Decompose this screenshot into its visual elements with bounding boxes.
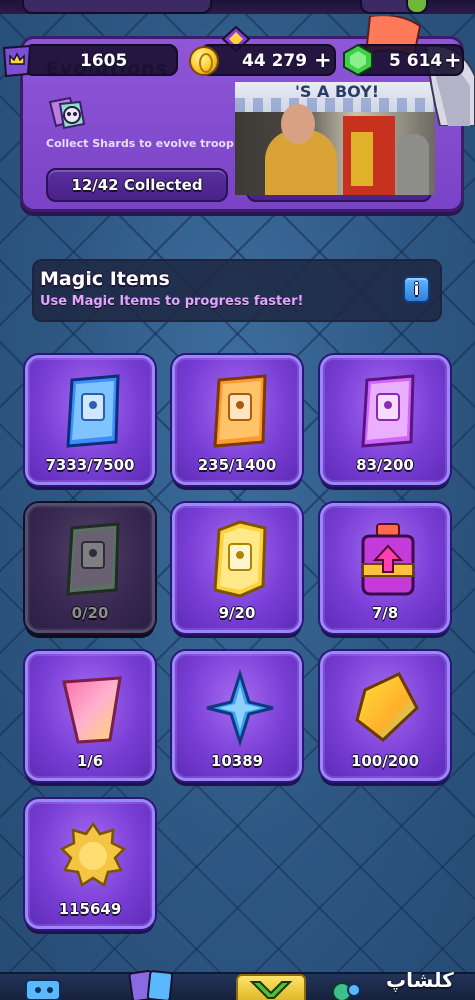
watermark-logo: کلشاپ xyxy=(386,968,454,992)
rare-wild-card-icon xyxy=(213,374,267,448)
gold-star-badge-icon xyxy=(59,821,127,887)
evolution-shard-icon-large xyxy=(62,676,122,744)
info-icon: i xyxy=(413,280,420,300)
magic-item-tile-elixir-bottle[interactable]: 7/8 xyxy=(320,503,450,633)
gem-crystal-icon xyxy=(355,672,419,742)
gem-plus-button[interactable]: + xyxy=(444,48,462,72)
nav-cards-icon[interactable] xyxy=(125,968,185,1000)
nav-clan-icon[interactable] xyxy=(322,978,372,1000)
evolution-shard-icon xyxy=(48,96,86,130)
common-wild-card-icon xyxy=(66,374,120,448)
magic-items-title: Magic Items xyxy=(40,268,170,290)
overlay-yellow-panel xyxy=(351,132,373,186)
magic-items-subtitle: Use Magic Items to progress faster! xyxy=(40,294,304,309)
legendary-wild-card-count: 0/20 xyxy=(71,604,109,622)
elixir-bottle-count: 7/8 xyxy=(371,604,399,622)
magic-item-tile-gold-star-badge[interactable]: 115649 xyxy=(25,799,155,929)
magic-item-tile-rare-wild-card[interactable]: 235/1400 xyxy=(172,355,302,485)
gold-coin-icon xyxy=(189,46,219,76)
legendary-wild-card-icon xyxy=(66,522,120,596)
gem-icon xyxy=(343,44,373,76)
trophy-count: 1605 xyxy=(80,51,128,71)
collected-button[interactable]: 12/42 Collected xyxy=(46,168,228,202)
champion-wild-card-count: 9/20 xyxy=(218,604,256,622)
star-point-icon xyxy=(206,669,274,747)
star-point-count: 10389 xyxy=(210,752,264,770)
collected-label: 12/42 Collected xyxy=(71,176,203,194)
overlay-person-head xyxy=(281,104,315,144)
top-tab-left[interactable] xyxy=(22,0,212,14)
top-strip xyxy=(0,0,475,14)
gold-plus-button[interactable]: + xyxy=(314,48,332,72)
champion-wild-card-icon xyxy=(213,520,267,598)
top-tab-green[interactable] xyxy=(406,0,428,14)
evolutions-description: Collect Shards to evolve troop xyxy=(46,137,234,150)
magic-item-tile-epic-wild-card[interactable]: 83/200 xyxy=(320,355,450,485)
king-level-icon xyxy=(2,44,32,78)
magic-item-tile-champion-wild-card[interactable]: 9/20 xyxy=(172,503,302,633)
magic-item-tile-star-point[interactable]: 10389 xyxy=(172,651,302,781)
gem-crystal-count: 100/200 xyxy=(350,752,420,770)
magic-item-tile-gem-crystal[interactable]: 100/200 xyxy=(320,651,450,781)
gold-count: 44 279 xyxy=(242,51,308,71)
info-button[interactable]: i xyxy=(403,276,430,303)
evolution-shard-count: 1/6 xyxy=(76,752,104,770)
magic-item-tile-evolution-shard[interactable]: 1/6 xyxy=(25,651,155,781)
gem-count: 5 614 xyxy=(389,51,443,71)
elixir-bottle-icon xyxy=(361,523,415,596)
nav-shop-icon[interactable] xyxy=(20,974,70,1000)
epic-wild-card-icon xyxy=(361,374,415,448)
gold-star-badge-count: 115649 xyxy=(58,900,122,918)
overlay-person-secondary xyxy=(397,134,429,195)
rare-wild-card-count: 235/1400 xyxy=(197,456,277,474)
magic-item-tile-legendary-wild-card[interactable]: 0/20 xyxy=(25,503,155,633)
epic-wild-card-count: 83/200 xyxy=(356,456,414,474)
nav-battle-icon[interactable] xyxy=(246,978,296,1000)
common-wild-card-count: 7333/7500 xyxy=(45,456,135,474)
magic-item-tile-common-wild-card[interactable]: 7333/7500 xyxy=(25,355,155,485)
